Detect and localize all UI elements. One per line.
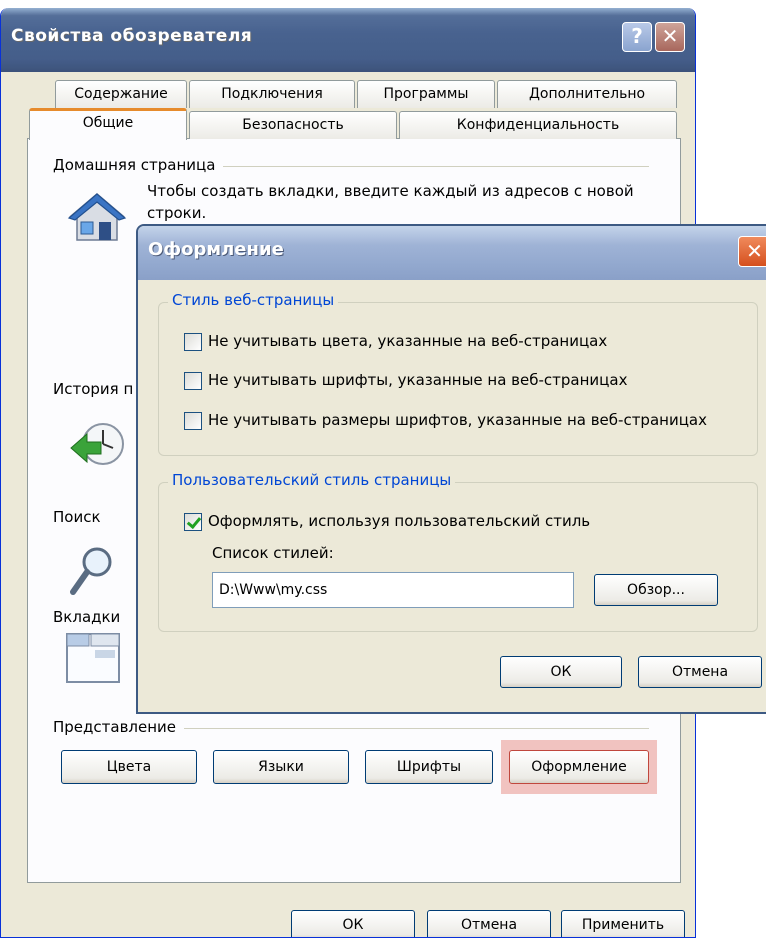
languages-button[interactable]: Языки bbox=[213, 750, 349, 784]
ignore-fonts-checkbox[interactable] bbox=[184, 372, 202, 390]
tab-general[interactable]: Общие bbox=[29, 108, 187, 140]
homepage-hint: Чтобы создать вкладки, введите каждый из… bbox=[147, 182, 634, 222]
dialog-ok-button[interactable]: ОК bbox=[500, 656, 622, 688]
search-group-label: Поиск bbox=[53, 508, 109, 526]
tab-content[interactable]: Содержание bbox=[55, 80, 187, 108]
ignore-fonts-label[interactable]: Не учитывать шрифты, указанные на веб-ст… bbox=[208, 371, 627, 389]
history-group-label: История п bbox=[53, 380, 142, 398]
style-list-label: Список стилей: bbox=[212, 544, 334, 562]
history-clock-icon bbox=[67, 418, 127, 470]
magnifier-icon bbox=[67, 544, 117, 600]
appearance-group-label: Представление bbox=[53, 718, 185, 736]
user-style-legend: Пользовательский стиль страницы bbox=[168, 471, 456, 489]
style-path-input[interactable]: D:\Www\my.css bbox=[212, 572, 574, 608]
tab-connections[interactable]: Подключения bbox=[189, 80, 355, 108]
tabs-settings-icon bbox=[65, 632, 121, 684]
close-button[interactable]: ✕ bbox=[655, 22, 685, 52]
ignore-font-sizes-checkbox[interactable] bbox=[184, 412, 202, 430]
homepage-group-label: Домашняя страница bbox=[53, 156, 224, 174]
house-icon bbox=[67, 190, 127, 246]
tab-programs[interactable]: Программы bbox=[357, 80, 495, 108]
help-button[interactable]: ? bbox=[622, 22, 652, 52]
apply-button[interactable]: Применить bbox=[561, 910, 685, 937]
window-title: Свойства обозревателя bbox=[11, 26, 253, 46]
tab-privacy[interactable]: Конфиденциальность bbox=[399, 111, 677, 139]
ok-button[interactable]: ОК bbox=[291, 910, 415, 937]
fonts-button[interactable]: Шрифты bbox=[365, 750, 493, 784]
tabs-group-label: Вкладки bbox=[53, 608, 129, 626]
page-style-legend: Стиль веб-страницы bbox=[168, 291, 339, 309]
tab-advanced[interactable]: Дополнительно bbox=[497, 80, 677, 108]
accessibility-button[interactable]: Оформление bbox=[509, 750, 649, 784]
ignore-colors-label[interactable]: Не учитывать цвета, указанные на веб-стр… bbox=[208, 332, 607, 350]
use-user-style-label[interactable]: Оформлять, используя пользовательский ст… bbox=[208, 512, 590, 530]
dialog-title: Оформление bbox=[148, 239, 284, 260]
use-user-style-checkbox[interactable] bbox=[184, 513, 202, 531]
colors-button[interactable]: Цвета bbox=[61, 750, 197, 784]
dialog-cancel-button[interactable]: Отмена bbox=[638, 656, 762, 688]
accessibility-dialog: Оформление ✕ Стиль веб-страницы Не учиты… bbox=[136, 224, 766, 714]
ignore-colors-checkbox[interactable] bbox=[184, 333, 202, 351]
dialog-close-button[interactable]: ✕ bbox=[738, 236, 766, 267]
tab-security[interactable]: Безопасность bbox=[189, 111, 397, 139]
ignore-font-sizes-label[interactable]: Не учитывать размеры шрифтов, указанные … bbox=[208, 411, 707, 429]
browse-button[interactable]: Обзор... bbox=[594, 574, 718, 606]
cancel-button[interactable]: Отмена bbox=[427, 910, 551, 937]
